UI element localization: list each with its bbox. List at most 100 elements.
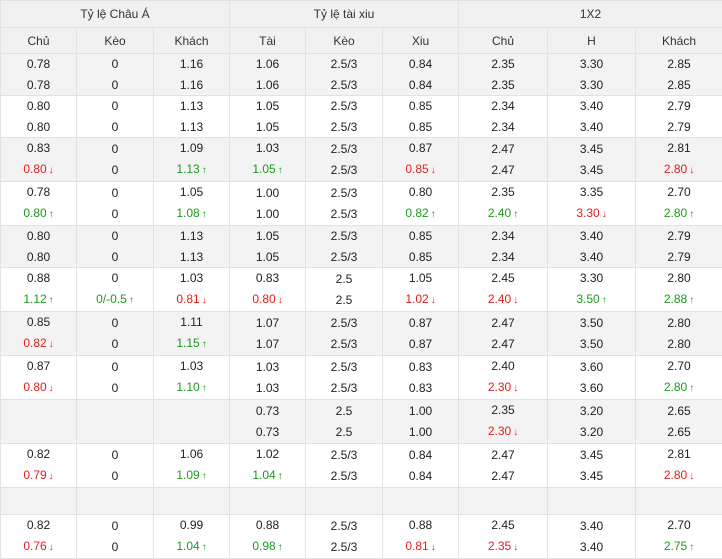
odds-value: 1.13 bbox=[180, 229, 203, 243]
cell-1x2-draw: 3.303.30 bbox=[548, 54, 636, 96]
odds-value: 2.5/3 bbox=[331, 207, 358, 221]
cell-home-odds: 0.881.12↑ bbox=[1, 268, 77, 312]
odds-value: 2.5/3 bbox=[331, 78, 358, 92]
current-value: 0.83 bbox=[383, 378, 458, 399]
opening-value: 2.34 bbox=[459, 96, 547, 117]
cell-handicap: 00 bbox=[77, 138, 154, 182]
cell-away-odds: 0.991.04↑ bbox=[154, 515, 230, 559]
odds-value: 2.47 bbox=[491, 469, 514, 483]
cell-over-odds: 0.880.98↑ bbox=[230, 515, 306, 559]
odds-value: 1.00 bbox=[256, 207, 279, 221]
current-value: 0.78 bbox=[1, 75, 76, 96]
asian-handicap-header: Tỷ lệ Châu Á bbox=[1, 1, 230, 28]
current-value: 1.09↑ bbox=[154, 465, 229, 488]
cell-total-line: 2.5/32.5/3 bbox=[306, 54, 383, 96]
opening-value: 0 bbox=[77, 516, 153, 537]
current-value: 2.5/3 bbox=[306, 204, 382, 225]
opening-value: 3.50 bbox=[548, 313, 635, 334]
current-value: 2.65 bbox=[636, 422, 722, 443]
opening-value: 1.03 bbox=[154, 356, 229, 377]
current-value: 3.50↑ bbox=[548, 289, 635, 312]
table-row: 0.881.12↑00/-0.5↑1.030.81↓0.830.80↓2.52.… bbox=[1, 268, 722, 312]
opening-value: 0 bbox=[77, 268, 153, 289]
current-value: 2.80↓ bbox=[636, 159, 722, 182]
current-value: 0.85 bbox=[383, 247, 458, 268]
table-row: 0.780.78001.161.161.061.062.5/32.5/30.84… bbox=[1, 54, 722, 96]
cell-handicap: 00 bbox=[77, 444, 154, 488]
cell-over-odds bbox=[230, 488, 306, 515]
odds-value: 1.13 bbox=[176, 162, 199, 176]
odds-value: 0.80 bbox=[23, 380, 46, 394]
cell-total-line: 2.5/32.5/3 bbox=[306, 138, 383, 182]
arrow-up-icon: ↑ bbox=[602, 295, 607, 306]
odds-value: 1.03 bbox=[256, 381, 279, 395]
odds-value: 0 bbox=[112, 337, 119, 351]
cell-away-odds bbox=[154, 488, 230, 515]
arrow-up-icon: ↑ bbox=[129, 295, 134, 306]
odds-value: 3.30 bbox=[580, 271, 603, 285]
cell-total-line: 2.5/32.5/3 bbox=[306, 182, 383, 226]
opening-value: 0.85 bbox=[383, 96, 458, 117]
opening-value: 0.83 bbox=[1, 138, 76, 159]
opening-value: 0.84 bbox=[383, 54, 458, 75]
opening-value: 1.06 bbox=[154, 444, 229, 465]
cell-under-odds: 0.83 0.83 bbox=[383, 356, 459, 400]
odds-value: 2.40 bbox=[488, 206, 511, 220]
odds-value: 0 bbox=[112, 163, 119, 177]
cell-over-odds: 0.830.80↓ bbox=[230, 268, 306, 312]
odds-value: 3.40 bbox=[580, 120, 603, 134]
current-value: 3.30 bbox=[548, 75, 635, 96]
opening-value: 3.30 bbox=[548, 54, 635, 75]
arrow-down-icon: ↓ bbox=[689, 471, 694, 482]
cell-under-odds: 0.870.85↓ bbox=[383, 138, 459, 182]
cell-total-line: 2.5/32.5/3 bbox=[306, 226, 383, 268]
odds-value: 0.88 bbox=[27, 271, 50, 285]
odds-value: 2.80 bbox=[667, 271, 690, 285]
opening-value: 1.05 bbox=[230, 226, 305, 247]
current-value: 0.80 bbox=[1, 117, 76, 138]
odds-value: 1.10 bbox=[176, 380, 199, 394]
arrow-down-icon: ↓ bbox=[689, 165, 694, 176]
odds-value: 0.83 bbox=[27, 141, 50, 155]
opening-value: 2.45 bbox=[459, 515, 547, 536]
opening-value: 1.06 bbox=[230, 54, 305, 75]
current-value: 2.79 bbox=[636, 247, 722, 268]
arrow-down-icon: ↓ bbox=[49, 165, 54, 176]
cell-1x2-draw: 3.603.60 bbox=[548, 356, 636, 400]
opening-value: 0.87 bbox=[383, 313, 458, 334]
arrow-up-icon: ↑ bbox=[202, 471, 207, 482]
cell-1x2-draw: 3.403.40 bbox=[548, 226, 636, 268]
odds-value: 3.60 bbox=[580, 381, 603, 395]
arrow-up-icon: ↑ bbox=[689, 542, 694, 553]
odds-value: 1.00 bbox=[256, 186, 279, 200]
odds-value: 0.83 bbox=[409, 360, 432, 374]
cell-over-odds: 1.061.06 bbox=[230, 54, 306, 96]
odds-value: 2.47 bbox=[491, 163, 514, 177]
odds-value: 2.88 bbox=[664, 292, 687, 306]
cell-handicap: 00 bbox=[77, 54, 154, 96]
opening-value: 0 bbox=[77, 54, 153, 75]
arrow-up-icon: ↑ bbox=[689, 383, 694, 394]
current-value: 3.40 bbox=[548, 117, 635, 138]
odds-value: 2.80 bbox=[664, 468, 687, 482]
current-value: 2.40↑ bbox=[459, 203, 547, 226]
odds-value: 0.87 bbox=[409, 316, 432, 330]
opening-value: 2.70 bbox=[636, 182, 722, 203]
opening-value: 2.5 bbox=[306, 401, 382, 422]
cell-1x2-away: 2.652.65 bbox=[636, 400, 722, 444]
cell-1x2-draw: 3.503.50 bbox=[548, 312, 636, 356]
current-value: 1.04↑ bbox=[154, 536, 229, 559]
current-value: 0 bbox=[77, 378, 153, 399]
opening-value: 0.73 bbox=[230, 401, 305, 422]
current-value: 1.07 bbox=[230, 334, 305, 355]
1x2-header: 1X2 bbox=[459, 1, 722, 28]
odds-value: 0.82 bbox=[27, 447, 50, 461]
current-value: 2.5 bbox=[306, 422, 382, 443]
odds-value: 0.80 bbox=[409, 185, 432, 199]
column-header-under: Xiu bbox=[383, 28, 459, 54]
column-header-line: Kèo bbox=[306, 28, 383, 54]
odds-value: 3.20 bbox=[580, 425, 603, 439]
cell-1x2-home: 2.342.34 bbox=[459, 226, 548, 268]
odds-value: 1.07 bbox=[256, 337, 279, 351]
opening-value: 0.88 bbox=[383, 515, 458, 536]
